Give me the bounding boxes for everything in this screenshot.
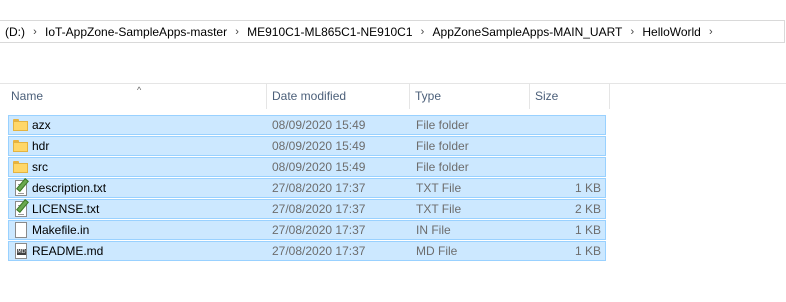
file-date-modified: 27/08/2020 17:37 (272, 244, 366, 258)
column-headers: Name ^ Date modified Type Size (0, 84, 610, 109)
text-file-icon (13, 199, 29, 217)
column-header-label: Type (415, 89, 442, 103)
breadcrumb-item-drive[interactable]: (D:) › (0, 21, 45, 42)
breadcrumb-item-app[interactable]: AppZoneSampleApps-MAIN_UART › (433, 21, 643, 42)
file-type: TXT File (416, 202, 462, 216)
column-header-label: Name (11, 89, 44, 103)
folder-icon (13, 138, 29, 154)
file-explorer-window: (D:) › IoT-AppZone-SampleApps-master › M… (0, 0, 786, 302)
file-type: File folder (416, 139, 469, 153)
breadcrumb-label[interactable]: IoT-AppZone-SampleApps-master (45, 25, 227, 39)
column-header-label: Date modified (272, 89, 347, 103)
chevron-right-icon[interactable]: › (227, 26, 247, 38)
file-type: File folder (416, 118, 469, 132)
file-date-modified: 08/09/2020 15:49 (272, 160, 366, 174)
file-name: hdr (32, 139, 50, 153)
column-header-size[interactable]: Size (530, 84, 610, 109)
file-name: azx (32, 118, 51, 132)
text-file-icon (13, 178, 29, 196)
breadcrumb-label[interactable]: ME910C1-ML865C1-NE910C1 (247, 25, 412, 39)
breadcrumb-label[interactable]: HelloWorld (642, 25, 700, 39)
file-row-license-txt[interactable]: LICENSE.txt 27/08/2020 17:37 TXT File 2 … (8, 199, 606, 219)
breadcrumb-label[interactable]: AppZoneSampleApps-MAIN_UART (433, 25, 623, 39)
file-row-hdr[interactable]: hdr 08/09/2020 15:49 File folder (8, 136, 606, 156)
file-type: File folder (416, 160, 469, 174)
file-size: 2 KB (574, 202, 601, 216)
address-bar[interactable]: (D:) › IoT-AppZone-SampleApps-master › M… (0, 20, 785, 43)
chevron-right-icon[interactable]: › (413, 26, 433, 38)
file-name: README.md (32, 244, 104, 258)
file-date-modified: 27/08/2020 17:37 (272, 223, 366, 237)
generic-file-icon (13, 222, 29, 238)
chevron-right-icon[interactable]: › (701, 26, 721, 38)
markdown-file-icon: MD (13, 243, 29, 259)
folder-icon (13, 117, 29, 133)
file-type: MD File (416, 244, 458, 258)
file-name: Makefile.in (32, 223, 90, 237)
file-list: azx 08/09/2020 15:49 File folder hdr 08/… (8, 115, 606, 262)
file-name: src (32, 160, 48, 174)
breadcrumb-item-current[interactable]: HelloWorld › (642, 21, 720, 42)
file-row-makefile-in[interactable]: Makefile.in 27/08/2020 17:37 IN File 1 K… (8, 220, 606, 240)
breadcrumb-label[interactable]: (D:) (5, 25, 25, 39)
file-row-azx[interactable]: azx 08/09/2020 15:49 File folder (8, 115, 606, 135)
file-date-modified: 08/09/2020 15:49 (272, 139, 366, 153)
file-type: TXT File (416, 181, 462, 195)
folder-icon (13, 159, 29, 175)
file-name: LICENSE.txt (32, 202, 100, 216)
chevron-right-icon[interactable]: › (622, 26, 642, 38)
file-date-modified: 08/09/2020 15:49 (272, 118, 366, 132)
file-date-modified: 27/08/2020 17:37 (272, 181, 366, 195)
file-name: description.txt (32, 181, 107, 195)
file-size: 1 KB (574, 244, 601, 258)
file-size: 1 KB (574, 223, 601, 237)
column-header-label: Size (535, 89, 559, 103)
chevron-right-icon[interactable]: › (25, 26, 45, 38)
file-row-description-txt[interactable]: description.txt 27/08/2020 17:37 TXT Fil… (8, 178, 606, 198)
file-row-src[interactable]: src 08/09/2020 15:49 File folder (8, 157, 606, 177)
column-header-type[interactable]: Type (410, 84, 530, 109)
file-size: 1 KB (574, 181, 601, 195)
sort-ascending-icon: ^ (137, 85, 142, 95)
breadcrumb-item-module[interactable]: ME910C1-ML865C1-NE910C1 › (247, 21, 432, 42)
file-type: IN File (416, 223, 451, 237)
file-date-modified: 27/08/2020 17:37 (272, 202, 366, 216)
column-header-name[interactable]: Name ^ (6, 84, 267, 109)
breadcrumb-item-repo[interactable]: IoT-AppZone-SampleApps-master › (45, 21, 247, 42)
column-header-date-modified[interactable]: Date modified (267, 84, 410, 109)
file-row-readme-md[interactable]: MD README.md 27/08/2020 17:37 MD File 1 … (8, 241, 606, 261)
